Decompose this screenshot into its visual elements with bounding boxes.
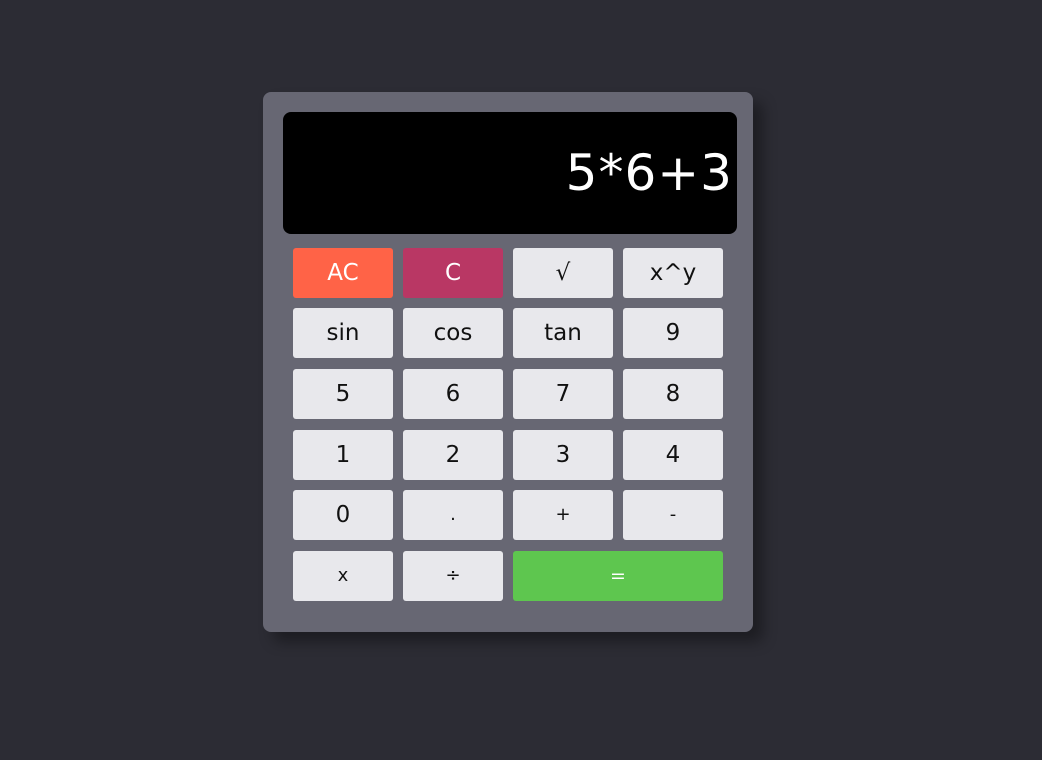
equals-button[interactable]: = <box>513 551 723 601</box>
digit-7-button[interactable]: 7 <box>513 369 613 419</box>
digit-0-button[interactable]: 0 <box>293 490 393 540</box>
cos-button[interactable]: cos <box>403 308 503 358</box>
digit-5-button[interactable]: 5 <box>293 369 393 419</box>
digit-4-button[interactable]: 4 <box>623 430 723 480</box>
calculator: 5*6+3 AC C √ x^y sin cos tan 9 5 6 7 8 1… <box>263 92 753 632</box>
multiply-button[interactable]: x <box>293 551 393 601</box>
divide-button[interactable]: ÷ <box>403 551 503 601</box>
digit-6-button[interactable]: 6 <box>403 369 503 419</box>
display-expression: 5*6+3 <box>565 144 733 202</box>
all-clear-button[interactable]: AC <box>293 248 393 298</box>
power-button[interactable]: x^y <box>623 248 723 298</box>
plus-button[interactable]: + <box>513 490 613 540</box>
tan-button[interactable]: tan <box>513 308 613 358</box>
sin-button[interactable]: sin <box>293 308 393 358</box>
digit-3-button[interactable]: 3 <box>513 430 613 480</box>
digit-8-button[interactable]: 8 <box>623 369 723 419</box>
digit-1-button[interactable]: 1 <box>293 430 393 480</box>
minus-button[interactable]: - <box>623 490 723 540</box>
decimal-button[interactable]: . <box>403 490 503 540</box>
square-root-button[interactable]: √ <box>513 248 613 298</box>
digit-9-button[interactable]: 9 <box>623 308 723 358</box>
digit-2-button[interactable]: 2 <box>403 430 503 480</box>
display: 5*6+3 <box>283 112 737 234</box>
clear-button[interactable]: C <box>403 248 503 298</box>
